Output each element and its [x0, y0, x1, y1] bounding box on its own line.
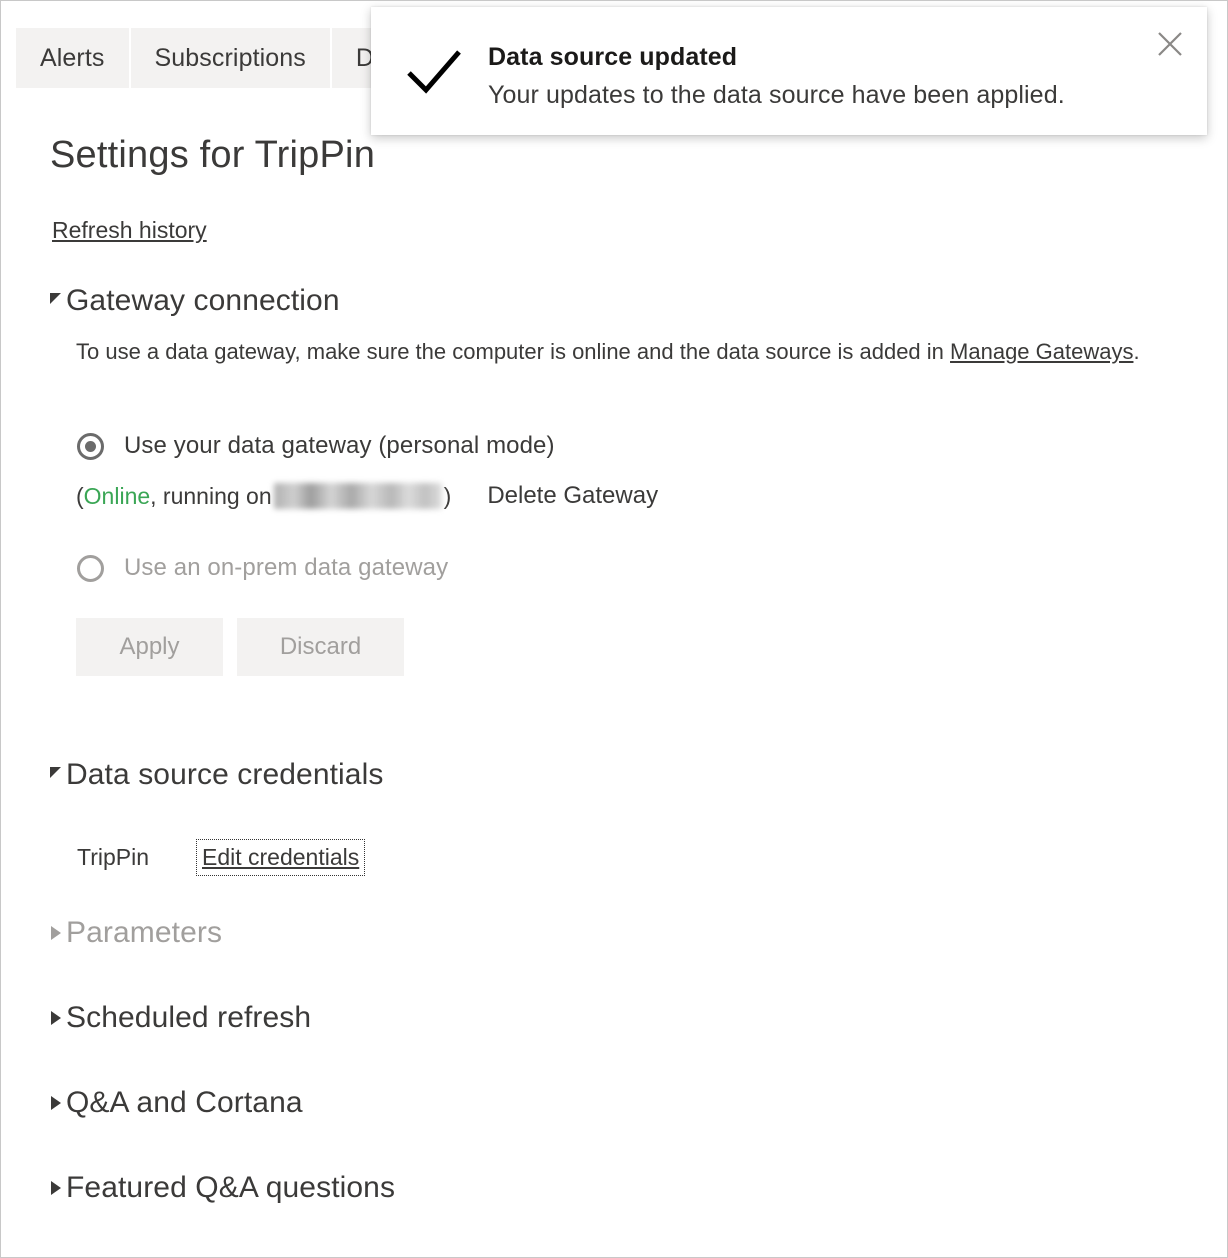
tab-subscriptions[interactable]: Subscriptions: [130, 28, 330, 88]
status-close-paren: ): [443, 482, 452, 509]
chevron-right-icon: [51, 1181, 61, 1195]
section-header-qa-and-cortana[interactable]: Q&A and Cortana: [51, 1086, 303, 1120]
discard-button[interactable]: Discard: [237, 618, 404, 676]
section-title-scheduled-refresh: Scheduled refresh: [66, 1001, 312, 1034]
toast-message: Your updates to the data source have bee…: [488, 81, 1065, 109]
status-open-paren: (: [76, 482, 84, 509]
radio-button-selected-icon[interactable]: [77, 432, 104, 460]
settings-page: Alerts Subscriptions D Settings for Trip…: [0, 0, 1228, 1258]
credentials-row: TripPin Edit credentials: [77, 839, 366, 876]
delete-gateway-link[interactable]: Delete Gateway: [487, 482, 658, 510]
gateway-description: To use a data gateway, make sure the com…: [76, 335, 1196, 369]
radio-label-onprem-gateway: Use an on-prem data gateway: [124, 554, 449, 581]
refresh-history-link[interactable]: Refresh history: [52, 217, 207, 244]
radio-use-onprem-gateway[interactable]: Use an on-prem data gateway: [77, 554, 448, 582]
radio-button-unselected-icon[interactable]: [77, 554, 104, 582]
check-icon: [404, 43, 464, 99]
apply-button[interactable]: Apply: [76, 618, 223, 676]
chevron-right-icon: [51, 1096, 61, 1110]
edit-credentials-link[interactable]: Edit credentials: [195, 839, 366, 876]
chevron-expanded-icon: [50, 766, 61, 778]
chevron-right-icon: [51, 926, 61, 940]
section-title-qa-and-cortana: Q&A and Cortana: [66, 1086, 303, 1119]
chevron-expanded-icon: [50, 292, 61, 304]
section-title-data-source-credentials: Data source credentials: [66, 758, 384, 791]
close-icon[interactable]: [1151, 25, 1189, 63]
gateway-description-prefix: To use a data gateway, make sure the com…: [76, 339, 951, 364]
gateway-description-suffix: .: [1133, 339, 1140, 364]
toast-notification: Data source updated Your updates to the …: [371, 7, 1207, 135]
redacted-hostname: [273, 483, 442, 509]
tab-alerts[interactable]: Alerts: [16, 28, 129, 88]
section-title-featured-qa-questions: Featured Q&A questions: [66, 1171, 396, 1204]
toast-title: Data source updated: [488, 43, 738, 71]
section-header-scheduled-refresh[interactable]: Scheduled refresh: [51, 1001, 311, 1035]
credentials-source-name: TripPin: [77, 844, 149, 870]
section-header-parameters[interactable]: Parameters: [51, 916, 222, 950]
radio-use-personal-gateway[interactable]: Use your data gateway (personal mode): [77, 432, 555, 460]
gateway-status-line: (Online, running on ) Delete Gateway: [76, 482, 658, 510]
section-title-gateway-connection: Gateway connection: [66, 284, 340, 317]
section-header-data-source-credentials[interactable]: Data source credentials: [50, 758, 383, 792]
chevron-right-icon: [51, 1011, 61, 1025]
status-badge-online: Online: [83, 482, 151, 509]
radio-label-personal-gateway: Use your data gateway (personal mode): [124, 432, 555, 459]
tab-strip-leading-gap: [2, 28, 16, 88]
page-title: Settings for TripPin: [50, 134, 376, 176]
status-running-on-text: , running on: [150, 482, 272, 509]
manage-gateways-link[interactable]: Manage Gateways: [950, 339, 1133, 364]
section-title-parameters: Parameters: [66, 916, 223, 949]
section-header-gateway-connection[interactable]: Gateway connection: [50, 284, 340, 318]
gateway-action-buttons: Apply Discard: [76, 618, 404, 676]
section-header-featured-qa-questions[interactable]: Featured Q&A questions: [51, 1171, 395, 1205]
